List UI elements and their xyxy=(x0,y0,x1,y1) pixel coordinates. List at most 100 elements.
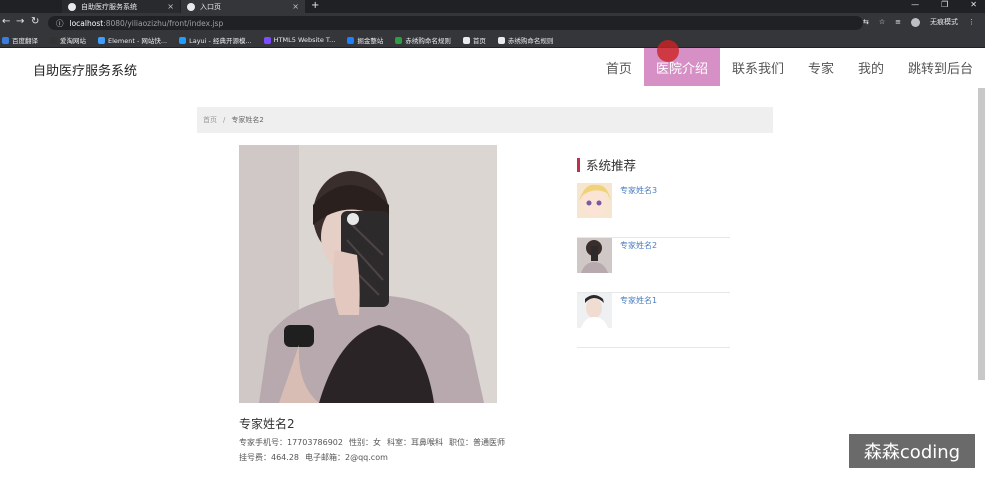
nav-contact[interactable]: 联系我们 xyxy=(720,48,796,86)
email-value: 2@qq.com xyxy=(345,453,388,462)
browser-tab[interactable]: 自助医疗服务系统 × xyxy=(62,0,180,13)
tab-favicon-icon xyxy=(187,2,195,11)
bookmark-label: 首页 xyxy=(472,37,486,45)
bookmark-item[interactable]: 爱淘网站 xyxy=(50,35,86,45)
reload-icon[interactable]: ↻ xyxy=(31,16,39,27)
bookmark-item[interactable]: 赤绣购命名规则 xyxy=(395,35,451,45)
bookmark-icon xyxy=(462,36,470,44)
close-window-button[interactable]: ✕ xyxy=(970,0,977,9)
tab-favicon-icon xyxy=(68,2,76,11)
expert-info-line-1: 专家手机号：17703786902 性别：女 科室：耳鼻喉科 职位：普通医师 xyxy=(239,437,505,448)
recommend-name[interactable]: 专家姓名1 xyxy=(620,295,657,306)
fee-value: 464.28 xyxy=(271,453,299,462)
bookmark-label: 赤绣购命名规则 xyxy=(507,37,554,45)
maximize-button[interactable]: ❐ xyxy=(941,0,948,9)
close-tab-icon[interactable]: × xyxy=(292,2,299,11)
recommend-name[interactable]: 专家姓名2 xyxy=(620,240,657,251)
bookmark-label: 百度翻译 xyxy=(12,37,38,45)
fee-label: 挂号费： xyxy=(239,453,271,462)
recommend-thumb[interactable] xyxy=(577,293,612,328)
close-tab-icon[interactable]: × xyxy=(167,2,174,11)
incognito-avatar-icon[interactable] xyxy=(911,17,920,27)
browser-toolbar: ← → ↻ ⓘ localhost:8080/yiliaozizhu/front… xyxy=(0,13,985,33)
url-path: :8080/yiliaozizhu/front/index.jsp xyxy=(103,18,224,28)
tab-label: 自助医疗服务系统 xyxy=(81,2,137,11)
recommend-item[interactable]: 专家姓名1 xyxy=(577,293,730,348)
bookmark-icon xyxy=(179,36,187,44)
nav-hospital-intro[interactable]: 医院介绍 xyxy=(643,48,720,86)
minimize-button[interactable]: — xyxy=(911,0,919,9)
url-host: localhost xyxy=(69,18,104,28)
bookmark-item[interactable]: HTML5 Website T... xyxy=(263,36,336,44)
translate-icon[interactable]: ⇆ xyxy=(863,18,869,26)
bookmark-label: 掘金整站 xyxy=(357,37,384,45)
phone-value: 17703786902 xyxy=(287,438,343,447)
expert-info-line-2: 挂号费：464.28 电子邮箱：2@qq.com xyxy=(239,452,388,463)
new-tab-button[interactable]: + xyxy=(311,0,319,11)
bookmark-item[interactable]: 首页 xyxy=(462,35,486,45)
nav-home[interactable]: 首页 xyxy=(594,48,644,86)
breadcrumb-separator: / xyxy=(223,116,226,124)
bookmark-item[interactable]: 赤绣购命名规则 xyxy=(497,35,554,45)
recommend-thumb[interactable] xyxy=(577,238,612,273)
bookmark-item[interactable]: 百度翻译 xyxy=(2,35,38,45)
breadcrumb-home[interactable]: 首页 xyxy=(203,115,217,125)
bookmark-icon xyxy=(98,36,105,44)
browser-tab-active[interactable]: 入口页 × xyxy=(181,0,305,13)
bookmark-icon xyxy=(395,36,403,44)
bookmark-label: Element - 网站快... xyxy=(108,37,168,45)
main-nav: 首页 医院介绍 联系我们 专家 我的 跳转到后台 xyxy=(594,48,985,86)
bookmark-icon xyxy=(50,36,57,44)
bookmark-item[interactable]: Element - 网站快... xyxy=(98,35,167,45)
dept-value: 耳鼻喉科 xyxy=(411,438,443,447)
star-icon[interactable]: ☆ xyxy=(879,18,885,26)
watermark: 森森coding xyxy=(849,434,975,468)
bookmark-label: HTML5 Website T... xyxy=(273,36,336,44)
site-header: 自助医疗服务系统 首页 医院介绍 联系我们 专家 我的 跳转到后台 xyxy=(0,48,985,88)
info-icon: ⓘ xyxy=(56,18,64,28)
phone-label: 专家手机号： xyxy=(239,438,287,447)
gender-value: 女 xyxy=(373,438,381,447)
back-arrow-icon[interactable]: ← xyxy=(2,16,10,27)
nav-experts[interactable]: 专家 xyxy=(796,48,846,86)
recommend-item[interactable]: 专家姓名2 xyxy=(577,238,730,293)
recommend-item[interactable]: 专家姓名3 xyxy=(577,183,730,238)
reading-list-icon[interactable]: ≡ xyxy=(895,18,901,26)
address-bar[interactable]: ⓘ localhost:8080/yiliaozizhu/front/index… xyxy=(48,16,863,30)
nav-backend[interactable]: 跳转到后台 xyxy=(896,48,985,86)
recommend-name[interactable]: 专家姓名3 xyxy=(620,185,657,196)
bookmark-item[interactable]: 掘金整站 xyxy=(347,35,383,45)
recommend-panel: 系统推荐 专家姓名3 专家姓名2 专家姓名1 xyxy=(577,155,730,348)
bookmark-label: 赤绣购命名规则 xyxy=(405,37,451,45)
bookmark-item[interactable]: Layui - 经典开源模... xyxy=(179,35,252,45)
gender-label: 性别： xyxy=(349,438,373,447)
bookmark-icon xyxy=(263,36,271,44)
mouse-cursor-highlight xyxy=(657,40,679,62)
expert-name: 专家姓名2 xyxy=(239,417,295,431)
recommend-title: 系统推荐 xyxy=(586,158,637,173)
recommend-thumb[interactable] xyxy=(577,183,612,218)
bookmark-icon xyxy=(2,36,9,44)
bookmark-label: 爱淘网站 xyxy=(60,37,86,45)
forward-arrow-icon[interactable]: → xyxy=(16,16,24,27)
accent-bar xyxy=(577,157,580,172)
scrollbar[interactable] xyxy=(978,88,985,380)
recommend-heading: 系统推荐 xyxy=(577,155,730,174)
dept-label: 科室： xyxy=(387,438,411,447)
incognito-label[interactable]: 无痕模式 xyxy=(930,17,958,27)
email-label: 电子邮箱： xyxy=(305,453,345,462)
menu-icon[interactable]: ⋮ xyxy=(968,18,975,26)
bookmark-icon xyxy=(347,36,355,44)
bookmark-label: Layui - 经典开源模... xyxy=(189,37,252,45)
browser-tab-strip: 自助医疗服务系统 × 入口页 × + — ❐ ✕ xyxy=(0,0,985,13)
breadcrumb-current: 专家姓名2 xyxy=(231,116,264,124)
position-value: 普通医师 xyxy=(473,438,505,447)
breadcrumb: 首页 / 专家姓名2 xyxy=(197,107,773,133)
window-controls: — ❐ ✕ xyxy=(911,0,977,9)
position-label: 职位： xyxy=(449,438,473,447)
site-title[interactable]: 自助医疗服务系统 xyxy=(33,60,137,79)
toolbar-right: ⇆ ☆ ≡ 无痕模式 ⋮ xyxy=(863,17,975,27)
tab-label: 入口页 xyxy=(200,2,221,11)
nav-mine[interactable]: 我的 xyxy=(846,48,896,86)
bookmarks-bar: 百度翻译 爱淘网站 Element - 网站快... Layui - 经典开源模...… xyxy=(0,33,985,48)
